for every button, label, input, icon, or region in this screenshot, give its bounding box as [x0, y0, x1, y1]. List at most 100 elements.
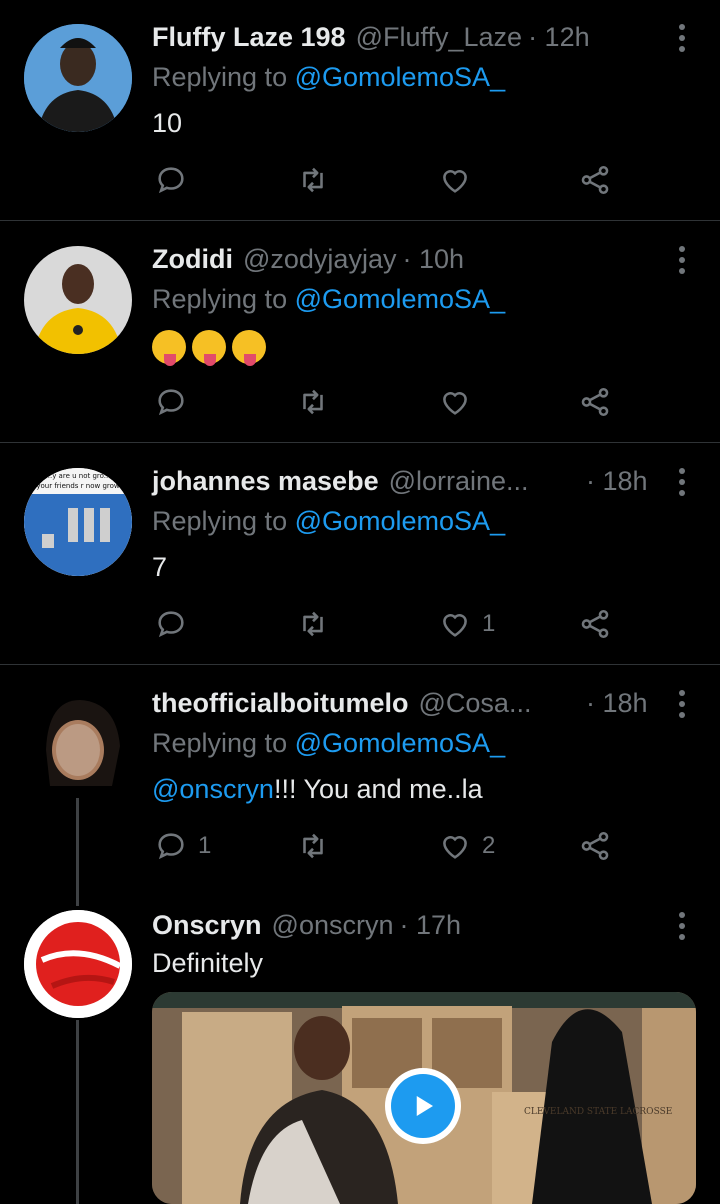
- avatar-image: [24, 246, 132, 354]
- display-name[interactable]: Fluffy Laze 198: [152, 20, 346, 54]
- share-button[interactable]: [578, 826, 612, 866]
- like-button[interactable]: 1: [438, 604, 495, 644]
- reply-icon: [158, 833, 184, 860]
- retweet-button[interactable]: [296, 160, 340, 200]
- face-savoring-food-icon: [232, 330, 266, 366]
- tweet-2[interactable]: Zodidi @zodyjayjay · 10h Replying to @Go…: [0, 242, 720, 442]
- user-handle[interactable]: @zodyjayjay: [243, 242, 396, 276]
- retweet-icon: [303, 389, 323, 415]
- replying-to-handle[interactable]: @GomolemoSA_: [295, 62, 506, 92]
- tweet-text: !!! You and me..la: [273, 774, 483, 804]
- replying-to-handle[interactable]: @GomolemoSA_: [295, 728, 506, 758]
- retweet-button[interactable]: [296, 382, 340, 422]
- share-icon: [581, 165, 609, 195]
- timestamp[interactable]: · 18h: [586, 686, 648, 720]
- tweet-text: 10: [152, 108, 183, 138]
- more-icon[interactable]: [678, 690, 686, 720]
- more-icon[interactable]: [678, 24, 686, 54]
- user-handle[interactable]: @lorraine...: [389, 464, 529, 498]
- action-bar: [152, 382, 632, 422]
- display-name[interactable]: Onscryn: [152, 908, 262, 942]
- like-icon: [443, 392, 467, 415]
- timestamp[interactable]: · 10h: [402, 242, 464, 276]
- avatar[interactable]: [24, 690, 132, 798]
- video-player[interactable]: CLEVELAND STATE LACROSSE: [152, 992, 696, 1204]
- more-icon[interactable]: [678, 912, 686, 942]
- avatar[interactable]: [24, 246, 132, 354]
- reply-button[interactable]: 1: [154, 826, 211, 866]
- display-name[interactable]: theofficialboitumelo: [152, 686, 409, 720]
- more-icon[interactable]: [678, 246, 686, 276]
- reply-button[interactable]: [154, 604, 198, 644]
- reply-icon: [158, 611, 184, 638]
- replying-prefix: Replying to: [152, 284, 295, 314]
- avatar-image: ...y are u not gro... your friends r now…: [24, 468, 132, 576]
- like-count: 1: [482, 610, 496, 637]
- share-icon: [581, 831, 609, 861]
- action-bar: [152, 160, 632, 200]
- retweet-button[interactable]: [296, 826, 340, 866]
- like-icon: [443, 614, 467, 637]
- more-icon[interactable]: [678, 468, 686, 498]
- retweet-icon: [303, 611, 323, 637]
- reply-icon: [158, 389, 184, 416]
- reply-icon: [158, 167, 184, 194]
- divider: [0, 220, 720, 221]
- user-handle[interactable]: @Fluffy_Laze: [356, 20, 523, 54]
- mention-link[interactable]: @onscryn: [152, 774, 274, 804]
- tweet-header: johannes masebe @lorraine... · 18h: [152, 464, 652, 498]
- replying-to-handle[interactable]: @GomolemoSA_: [295, 284, 506, 314]
- avatar[interactable]: [24, 24, 132, 132]
- thread-line: [76, 798, 79, 906]
- play-button[interactable]: [385, 1068, 461, 1144]
- replying-to: Replying to @GomolemoSA_: [152, 62, 505, 93]
- tweet-header: Onscryn @onscryn · 17h: [152, 908, 461, 942]
- action-bar: 1: [152, 604, 632, 644]
- timestamp[interactable]: · 18h: [586, 464, 648, 498]
- share-button[interactable]: [578, 604, 612, 644]
- tweet-emoji-text: [152, 330, 272, 366]
- retweet-icon: [303, 167, 323, 193]
- divider: [0, 442, 720, 443]
- replying-to: Replying to @GomolemoSA_: [152, 284, 505, 315]
- replying-to: Replying to @GomolemoSA_: [152, 506, 505, 537]
- replying-prefix: Replying to: [152, 728, 295, 758]
- like-count: 2: [482, 832, 496, 859]
- avatar-image: [24, 910, 132, 1018]
- tweet-3[interactable]: ...y are u not gro... your friends r now…: [0, 464, 720, 664]
- share-icon: [581, 387, 609, 417]
- timestamp[interactable]: · 17h: [400, 908, 462, 942]
- reply-button[interactable]: [154, 382, 198, 422]
- tweet-header: theofficialboitumelo @Cosa... · 18h: [152, 686, 652, 720]
- tweet-header: Fluffy Laze 198 @Fluffy_Laze · 12h: [152, 20, 590, 54]
- replying-to-handle[interactable]: @GomolemoSA_: [295, 506, 506, 536]
- tweet-4[interactable]: theofficialboitumelo @Cosa... · 18h Repl…: [0, 686, 720, 886]
- reply-button[interactable]: [154, 160, 198, 200]
- replying-prefix: Replying to: [152, 62, 295, 92]
- tweet-text: Definitely: [152, 948, 264, 978]
- video-caption: CLEVELAND STATE LACROSSE: [524, 1107, 672, 1117]
- timestamp[interactable]: · 12h: [528, 20, 590, 54]
- display-name[interactable]: johannes masebe: [152, 464, 379, 498]
- avatar[interactable]: ...y are u not gro... your friends r now…: [24, 468, 132, 576]
- replying-to: Replying to @GomolemoSA_: [152, 728, 505, 759]
- user-handle[interactable]: @Cosa...: [419, 686, 532, 720]
- like-button[interactable]: 2: [438, 826, 495, 866]
- tweet-text: 7: [152, 552, 168, 582]
- reply-count: 1: [198, 832, 212, 859]
- face-savoring-food-icon: [192, 330, 226, 366]
- divider: [0, 664, 720, 665]
- retweet-icon: [303, 833, 323, 859]
- avatar[interactable]: [24, 910, 132, 1018]
- display-name[interactable]: Zodidi: [152, 242, 233, 276]
- retweet-button[interactable]: [296, 604, 340, 644]
- share-button[interactable]: [578, 160, 612, 200]
- share-icon: [581, 609, 609, 639]
- replying-prefix: Replying to: [152, 506, 295, 536]
- like-button[interactable]: [438, 160, 482, 200]
- tweet-1[interactable]: Fluffy Laze 198 @Fluffy_Laze · 12h Reply…: [0, 20, 720, 220]
- share-button[interactable]: [578, 382, 612, 422]
- user-handle[interactable]: @onscryn: [272, 908, 394, 942]
- like-button[interactable]: [438, 382, 482, 422]
- avatar-image: [24, 24, 132, 132]
